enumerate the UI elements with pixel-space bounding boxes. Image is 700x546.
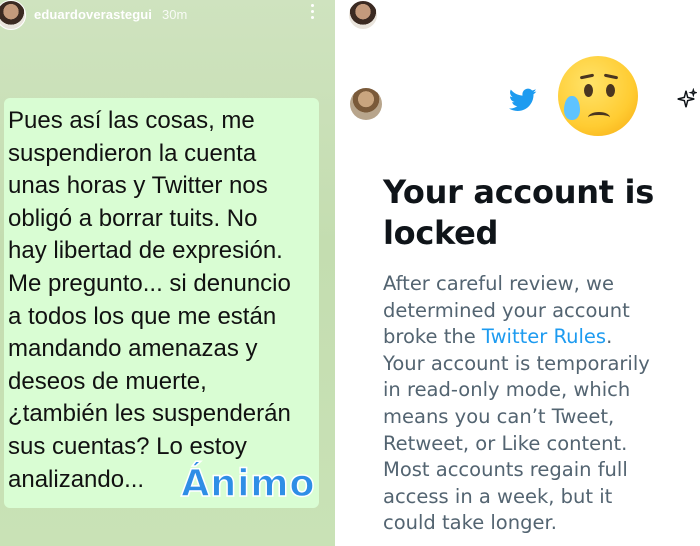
user-avatar[interactable]	[348, 0, 378, 30]
user-avatar[interactable]	[0, 0, 26, 30]
story-time: 30m	[162, 7, 188, 22]
more-options-icon[interactable]	[310, 4, 316, 24]
story-time: 28m	[516, 7, 542, 22]
locked-title: Your account is locked	[383, 173, 654, 252]
left-story: eduardoverastegui 30m Pues así las cosas…	[0, 0, 335, 546]
locked-message-part-2: . Your account is temporarily in read-on…	[383, 325, 650, 535]
twitter-rules-link[interactable]: Twitter Rules	[482, 325, 606, 348]
twitter-profile-avatar[interactable]	[350, 88, 382, 120]
animo-sticker: Ánimo	[180, 461, 316, 506]
left-story-header: eduardoverastegui 30m	[0, 0, 335, 34]
sparkle-icon[interactable]	[675, 88, 697, 110]
story-username[interactable]: eduardoverastegui	[388, 7, 506, 22]
locked-message: After careful review, we determined your…	[383, 271, 693, 537]
right-story: eduardoverastegui 28m Your account is lo…	[338, 0, 700, 546]
crying-face-emoji	[558, 56, 638, 136]
more-options-icon[interactable]	[678, 4, 684, 24]
story-username[interactable]: eduardoverastegui	[34, 7, 152, 22]
chat-message: Pues así las cosas, me suspendieron la c…	[8, 107, 291, 493]
twitter-bird-icon	[508, 88, 537, 111]
right-story-header: eduardoverastegui 28m	[338, 0, 700, 34]
